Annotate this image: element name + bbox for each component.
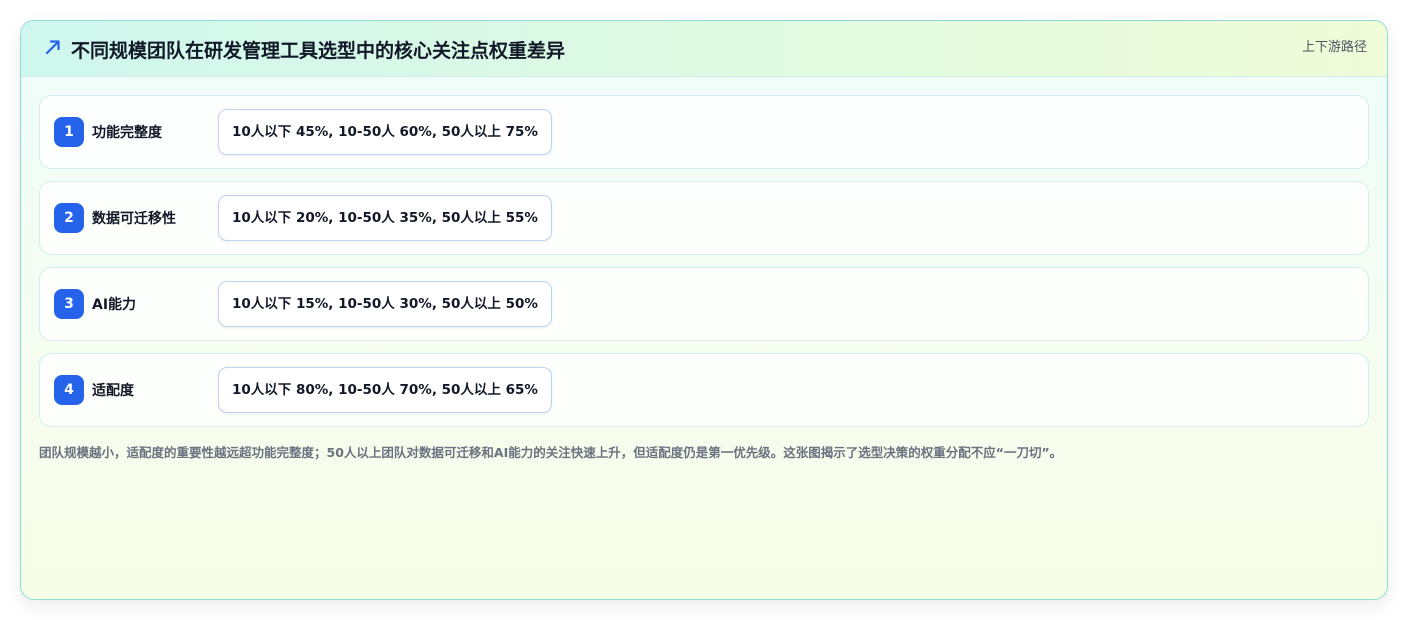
item-label: 数据可迁移性 [92,211,176,227]
item-value: 10人以下 45%, 10-50人 60%, 50人以上 75% [218,109,552,155]
item-number-badge: 1 [54,117,84,147]
trend-arrow-icon [43,37,63,57]
card-header: 不同规模团队在研发管理工具选型中的核心关注点权重差异 上下游路径 [21,21,1387,77]
item-value: 10人以下 15%, 10-50人 30%, 50人以上 50% [218,281,552,327]
item-label: 功能完整度 [92,125,162,141]
item-number-badge: 2 [54,203,84,233]
list-item: 1 功能完整度 10人以下 45%, 10-50人 60%, 50人以上 75% [39,95,1369,169]
item-value: 10人以下 20%, 10-50人 35%, 50人以上 55% [218,195,552,241]
list-item: 4 适配度 10人以下 80%, 10-50人 70%, 50人以上 65% [39,353,1369,427]
page-title: 不同规模团队在研发管理工具选型中的核心关注点权重差异 [71,40,566,62]
insight-card: 不同规模团队在研发管理工具选型中的核心关注点权重差异 上下游路径 1 功能完整度… [20,20,1388,600]
item-label: AI能力 [92,297,137,313]
item-label: 适配度 [92,383,134,399]
list-item: 2 数据可迁移性 10人以下 20%, 10-50人 35%, 50人以上 55… [39,181,1369,255]
header-badge: 上下游路径 [1301,40,1367,55]
item-number-badge: 3 [54,289,84,319]
item-number-badge: 4 [54,375,84,405]
item-value: 10人以下 80%, 10-50人 70%, 50人以上 65% [218,367,552,413]
footnote: 团队规模越小，适配度的重要性越远超功能完整度；50人以上团队对数据可迁移和AI能… [39,445,1063,460]
list-item: 3 AI能力 10人以下 15%, 10-50人 30%, 50人以上 50% [39,267,1369,341]
